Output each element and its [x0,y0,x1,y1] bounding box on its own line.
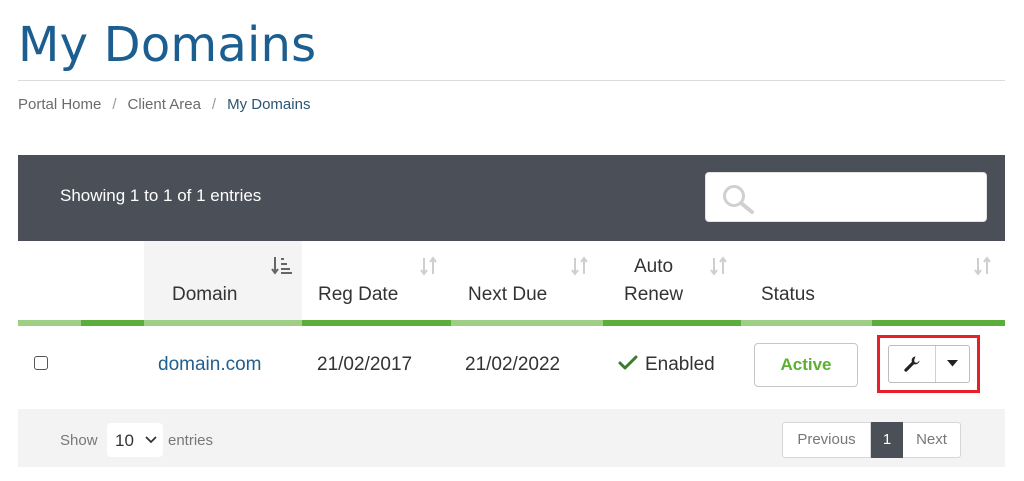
header-next-due-label: Next Due [468,284,548,305]
header-status-label: Status [761,284,815,305]
table-toolbar: Showing 1 to 1 of 1 entries [18,155,1005,241]
header-checkbox-column [18,241,81,326]
table-info: Showing 1 to 1 of 1 entries [60,186,262,205]
header-next-due[interactable]: Next Due [451,241,603,326]
title-divider [18,80,1005,81]
search-icon [723,185,754,214]
header-actions [872,241,1005,326]
header-reg-date-label: Reg Date [318,284,399,305]
next-page-button[interactable]: Next [903,422,961,458]
table-footer: Show 10 entries Previous 1 Next [18,409,1005,467]
page-title: My Domains [18,17,317,73]
checkmark-icon [618,355,638,370]
previous-page-button[interactable]: Previous [782,422,871,458]
next-due-value: 21/02/2022 [465,354,561,375]
pagination: Previous 1 Next [782,422,961,458]
reg-date-value: 21/02/2017 [317,354,413,375]
header-domain-label: Domain [172,284,238,305]
sort-ascending-icon [271,257,292,275]
sort-icon [420,256,437,276]
actions-dropdown-button[interactable] [936,346,969,382]
page-1-button[interactable]: 1 [871,422,903,458]
entries-label: entries [168,432,214,449]
header-auto-renew-label-1: Auto [634,256,674,277]
header-auto-renew[interactable]: Auto Renew [603,241,741,326]
entries-per-page-value: 10 [115,431,134,450]
breadcrumb-separator: / [211,96,217,113]
breadcrumb-current: My Domains [227,96,311,113]
caret-down-icon [947,360,958,367]
header-status[interactable]: Status [741,241,872,326]
manage-domain-button[interactable] [889,346,936,382]
breadcrumb-separator: / [112,96,117,113]
chevron-down-icon [145,436,157,444]
domain-link[interactable]: domain.com [158,353,262,377]
status-badge: Active [754,343,858,387]
highlight-box [877,335,980,393]
show-label: Show [60,432,98,449]
wrench-icon [904,356,920,372]
table-header: Domain Reg Date Next Due Auto Renew Stat… [18,241,1005,326]
breadcrumb-portal-home[interactable]: Portal Home [18,96,101,113]
table-row: domain.com 21/02/2017 21/02/2022 Enabled… [18,326,1005,409]
auto-renew-value: Enabled [645,354,715,375]
search-input[interactable] [705,172,987,222]
row-select-checkbox[interactable] [34,356,48,370]
manage-button-group [888,345,970,383]
header-auto-renew-label-2: Renew [624,284,684,305]
header-spacer [81,241,144,326]
entries-per-page-select[interactable]: 10 [107,423,163,457]
header-domain[interactable]: Domain [144,241,302,326]
sort-icon [710,256,727,276]
breadcrumb-client-area[interactable]: Client Area [128,96,201,113]
header-reg-date[interactable]: Reg Date [302,241,451,326]
breadcrumb: Portal Home / Client Area / My Domains [18,96,310,114]
sort-icon [974,256,991,276]
sort-icon [571,256,588,276]
